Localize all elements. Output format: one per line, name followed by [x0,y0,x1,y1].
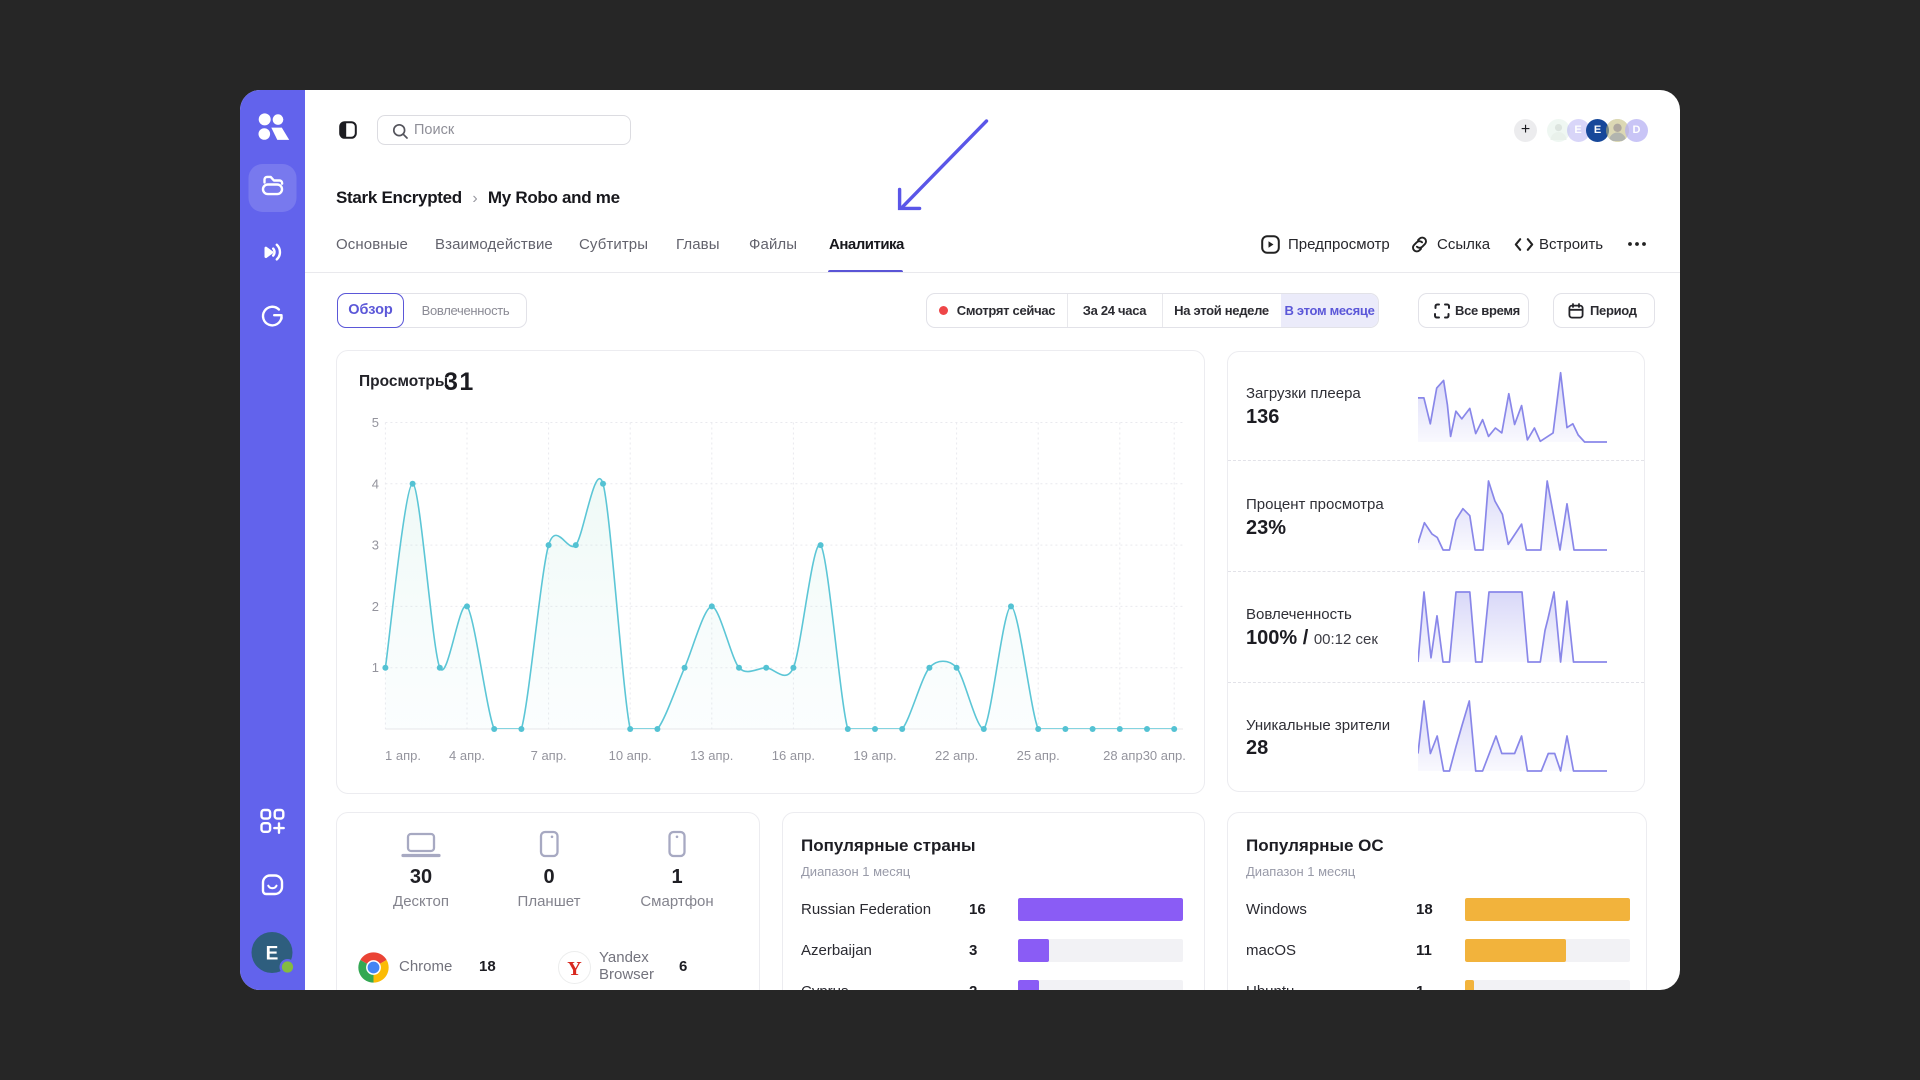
svg-text:1: 1 [372,660,379,675]
svg-text:4 апр.: 4 апр. [449,748,485,763]
svg-text:E: E [266,944,279,965]
svg-text:1 апр.: 1 апр. [385,748,421,763]
svg-text:13 апр.: 13 апр. [690,748,733,763]
svg-text:2: 2 [372,599,379,614]
svg-text:30 апр.: 30 апр. [1143,748,1186,763]
svg-text:19 апр.: 19 апр. [853,748,896,763]
svg-text:Y: Y [567,958,582,980]
svg-text:16 апр.: 16 апр. [772,748,815,763]
svg-text:25 апр.: 25 апр. [1017,748,1060,763]
svg-text:3: 3 [372,538,379,553]
svg-text:5: 5 [372,415,379,430]
svg-text:10 апр.: 10 апр. [609,748,652,763]
svg-text:7 апр.: 7 апр. [531,748,567,763]
svg-text:22 апр.: 22 апр. [935,748,978,763]
svg-text:4: 4 [372,476,379,491]
svg-text:28 апр: 28 апр [1103,748,1143,763]
